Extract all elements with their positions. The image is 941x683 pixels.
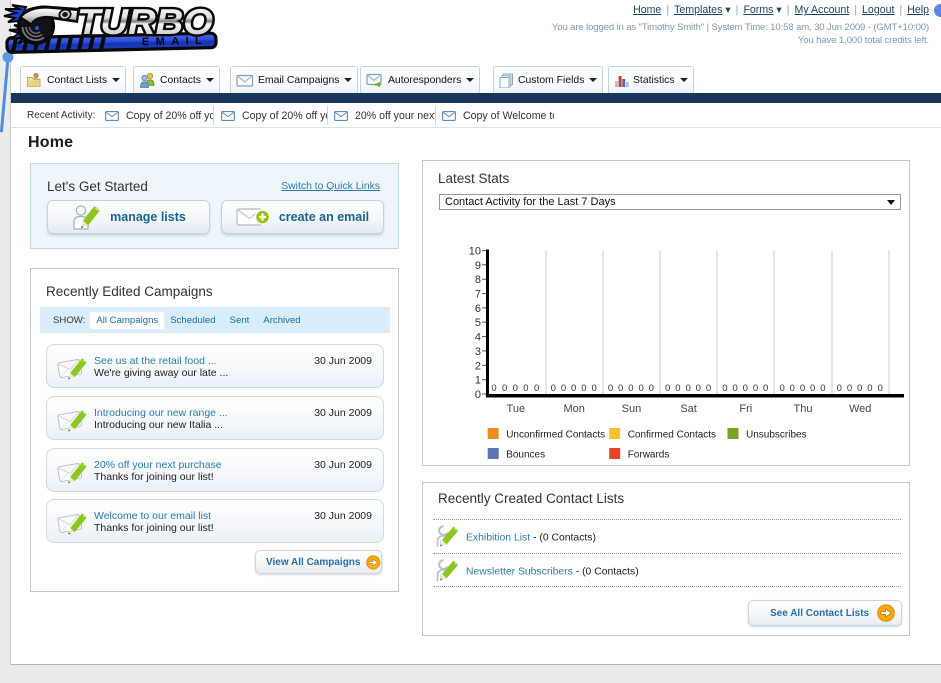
svg-text:0: 0	[763, 383, 768, 394]
svg-text:EMAIL: EMAIL	[142, 35, 208, 48]
svg-text:0: 0	[820, 383, 825, 394]
svg-text:5: 5	[475, 317, 481, 329]
svg-text:0: 0	[706, 383, 711, 394]
svg-text:Forwards: Forwards	[628, 450, 670, 461]
svg-text:0: 0	[722, 383, 727, 394]
svg-text:0: 0	[608, 383, 613, 394]
svg-text:Bounces: Bounces	[506, 450, 545, 461]
svg-text:0: 0	[665, 383, 670, 394]
svg-text:0: 0	[618, 383, 623, 394]
svg-text:8: 8	[475, 274, 481, 286]
svg-text:Mon: Mon	[563, 403, 584, 415]
svg-text:0: 0	[513, 383, 518, 394]
svg-text:0: 0	[638, 383, 643, 394]
svg-text:Thu: Thu	[794, 403, 813, 415]
svg-text:0: 0	[649, 383, 654, 394]
svg-text:0: 0	[837, 383, 842, 394]
svg-text:10: 10	[469, 246, 481, 258]
svg-text:0: 0	[810, 383, 815, 394]
svg-text:0: 0	[591, 383, 596, 394]
svg-text:0: 0	[534, 383, 539, 394]
svg-text:0: 0	[847, 383, 852, 394]
svg-text:0: 0	[571, 383, 576, 394]
svg-text:0: 0	[523, 383, 528, 394]
svg-text:Sat: Sat	[680, 403, 697, 415]
svg-text:0: 0	[779, 383, 784, 394]
svg-text:1: 1	[475, 375, 481, 387]
svg-text:2: 2	[475, 360, 481, 372]
svg-text:Unsubscribes: Unsubscribes	[746, 430, 807, 441]
svg-text:0: 0	[475, 389, 481, 401]
svg-text:Fri: Fri	[739, 403, 752, 415]
svg-text:6: 6	[475, 303, 481, 315]
svg-text:Sun: Sun	[622, 403, 642, 415]
svg-text:0: 0	[628, 383, 633, 394]
svg-text:0: 0	[867, 383, 872, 394]
svg-text:0: 0	[877, 383, 882, 394]
svg-text:3: 3	[475, 346, 481, 358]
svg-text:4: 4	[475, 332, 481, 344]
svg-text:0: 0	[732, 383, 737, 394]
svg-text:0: 0	[502, 383, 507, 394]
svg-text:0: 0	[581, 383, 586, 394]
svg-text:0: 0	[685, 383, 690, 394]
svg-text:0: 0	[561, 383, 566, 394]
svg-text:0: 0	[675, 383, 680, 394]
svg-text:Unconfirmed Contacts: Unconfirmed Contacts	[506, 430, 605, 441]
svg-text:0: 0	[753, 383, 758, 394]
svg-text:9: 9	[475, 260, 481, 272]
svg-text:Tue: Tue	[507, 403, 526, 415]
svg-text:0: 0	[696, 383, 701, 394]
svg-text:0: 0	[491, 383, 496, 394]
svg-text:0: 0	[743, 383, 748, 394]
svg-text:7: 7	[475, 289, 481, 301]
svg-text:0: 0	[800, 383, 805, 394]
svg-text:0: 0	[857, 383, 862, 394]
svg-text:Confirmed Contacts: Confirmed Contacts	[628, 430, 716, 441]
svg-text:TURBO: TURBO	[77, 1, 213, 42]
svg-text:0: 0	[551, 383, 556, 394]
svg-text:Wed: Wed	[849, 403, 871, 415]
svg-text:0: 0	[790, 383, 795, 394]
